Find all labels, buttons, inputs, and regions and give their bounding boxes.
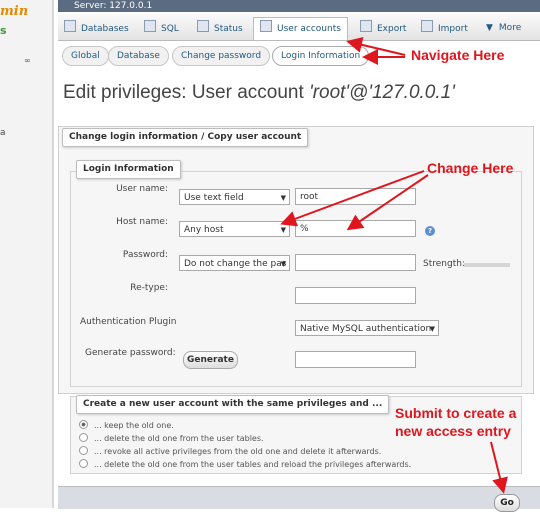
navigate-arrow-tab xyxy=(346,36,406,56)
annotation-navigate: Navigate Here xyxy=(411,47,505,63)
annotation-submit-line1: Submit to create a xyxy=(395,405,517,421)
submit-arrow xyxy=(490,441,508,494)
change-arrow-select xyxy=(280,170,425,227)
annotation-submit-line2: new access entry xyxy=(395,423,511,439)
annotation-change: Change Here xyxy=(427,160,514,176)
